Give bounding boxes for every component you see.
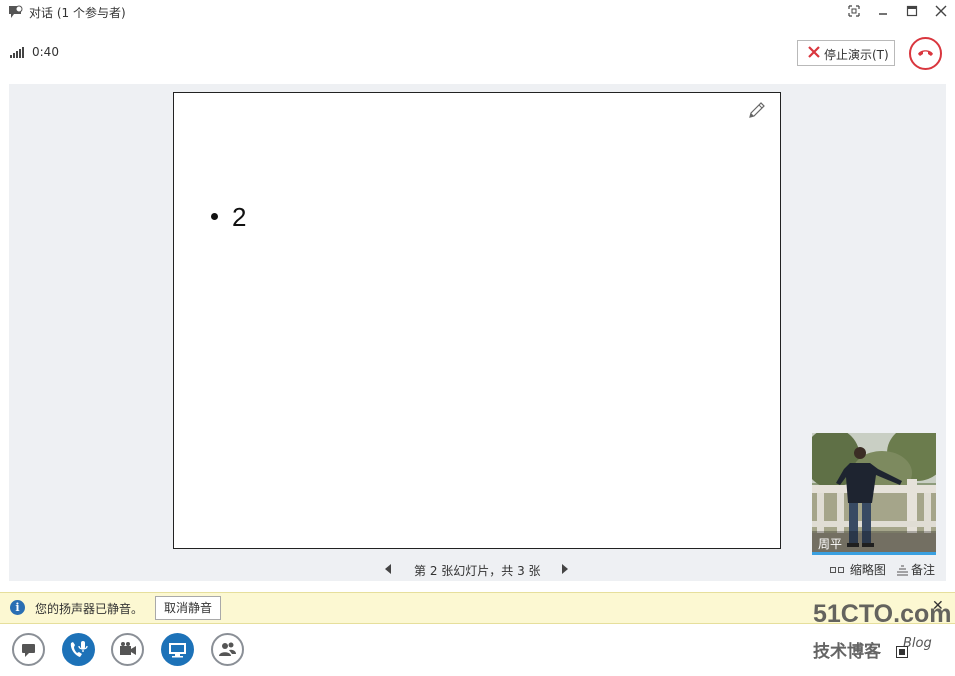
video-camera-icon	[120, 642, 136, 655]
call-timer: 0:40	[32, 45, 59, 59]
popout-icon[interactable]	[896, 646, 908, 658]
watermark-site: 51CTO.com	[813, 600, 952, 628]
phone-mic-icon	[70, 641, 88, 657]
participant-name: 周平	[818, 537, 843, 551]
slide-bullet-text: 2	[232, 202, 247, 232]
title-bar: 对话 (1 个参与者)	[0, 0, 955, 24]
signal-icon	[10, 47, 24, 58]
next-slide-icon[interactable]	[560, 563, 570, 575]
thumbnail-square-icon	[830, 567, 836, 573]
notification-message: 您的扬声器已静音。	[35, 602, 144, 616]
notes-icon	[897, 565, 908, 576]
conversation-icon	[9, 5, 23, 18]
video-active-bar	[812, 552, 936, 555]
hangup-button[interactable]	[909, 37, 942, 70]
present-button[interactable]	[161, 633, 194, 666]
window-title: 对话 (1 个参与者)	[29, 6, 126, 20]
chat-icon	[22, 644, 35, 657]
pencil-icon[interactable]	[746, 99, 768, 121]
thumbnails-button[interactable]: 缩略图	[830, 561, 886, 578]
watermark-tagline: 技术博客	[813, 642, 881, 662]
thumbnail-square-icon	[838, 567, 844, 573]
stop-x-icon	[808, 46, 820, 58]
info-icon: i	[10, 600, 25, 615]
notes-label: 备注	[911, 563, 936, 577]
stop-presenting-label: 停止演示(T)	[824, 48, 889, 62]
notification-bar	[0, 592, 955, 624]
notes-button[interactable]: 备注	[897, 561, 935, 578]
participants-button[interactable]	[211, 633, 244, 666]
slide-canvas[interactable]	[173, 92, 781, 549]
bullet-point	[211, 213, 218, 220]
hangup-icon	[918, 50, 933, 56]
stop-presenting-button[interactable]: 停止演示(T)	[797, 40, 895, 66]
minimize-icon[interactable]	[874, 3, 892, 19]
audio-button[interactable]	[62, 633, 95, 666]
unmute-button[interactable]: 取消静音	[155, 596, 221, 620]
slide-counter: 第 2 张幻灯片，共 3 张	[414, 564, 541, 578]
chat-button[interactable]	[12, 633, 45, 666]
participants-icon	[219, 642, 236, 656]
close-icon[interactable]	[932, 3, 950, 19]
thumbnails-label: 缩略图	[849, 563, 886, 577]
video-button[interactable]	[111, 633, 144, 666]
maximize-icon[interactable]	[903, 3, 921, 19]
previous-slide-icon[interactable]	[383, 563, 393, 575]
fullscreen-icon[interactable]	[845, 3, 863, 19]
present-screen-icon	[169, 643, 186, 658]
